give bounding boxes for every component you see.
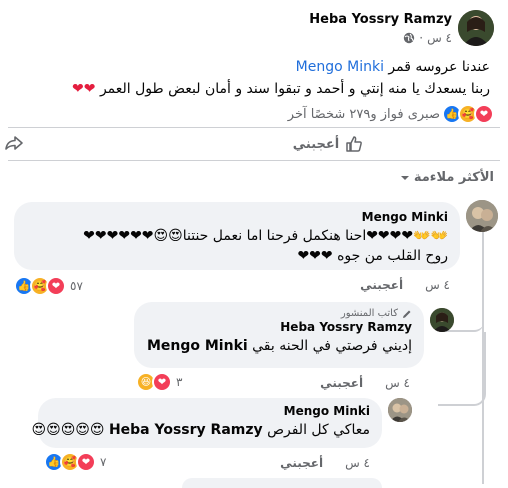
post-line-2-hearts: ❤❤ <box>72 81 96 97</box>
comment-reactions[interactable]: 👍 🥰 ❤ ٧ <box>44 452 106 472</box>
reaction-count: ٣ <box>176 375 183 389</box>
post-line-2: ربنا يسعدك يا منه إنتي و أحمد و تبقوا سن… <box>10 78 490 100</box>
comment-text: 👐👐❤❤❤❤احنا هنكمل فرحنا اما نعمل حنتنا😍😍❤… <box>26 226 448 266</box>
chevron-down-icon <box>400 173 410 183</box>
love-reaction-icon: ❤ <box>152 372 172 392</box>
love-reaction-icon: ❤ <box>76 452 96 472</box>
sort-label: الأكثر ملاءمة <box>413 170 494 185</box>
meta-dot: · <box>419 31 424 45</box>
post-meta: ٤ س · <box>403 31 452 45</box>
comment-reactions[interactable]: 👍 🥰 ❤ ٥٧ <box>14 276 83 296</box>
post-reactions-text[interactable]: صبرى فواز و٢٧٩ شخصًا آخر <box>288 107 440 122</box>
author-avatar[interactable] <box>458 10 494 46</box>
comment-author[interactable]: Mengo Minki <box>26 210 448 224</box>
post-reaction-icons: 👍 🥰 ❤ <box>442 104 494 124</box>
reaction-count: ٧ <box>100 455 107 469</box>
reaction-count: ٥٧ <box>70 279 83 293</box>
post-time[interactable]: ٤ س <box>427 31 452 45</box>
comment-mention-link[interactable]: Heba Yossry Ramzy <box>109 422 263 438</box>
commenter-avatar[interactable] <box>388 398 412 422</box>
comment-time[interactable]: ٤ س <box>425 278 450 292</box>
next-reply-bubble <box>182 478 382 488</box>
thumbs-up-icon <box>345 135 363 153</box>
comment-text-line: إديني فرصتي في الحنه بقي <box>252 338 412 354</box>
post-line-1-text: عندنا عروسه قمر <box>388 59 490 75</box>
comment-text: إديني فرصتي في الحنه بقي Mengo Minki <box>146 336 412 356</box>
author-badge: كاتب المنشور <box>146 308 412 319</box>
post-line-1: عندنا عروسه قمر Mengo Minki <box>10 56 490 78</box>
comment-actions: ٤ س أعجبني <box>360 278 450 292</box>
comment-actions: ٤ س أعجبني <box>280 456 370 470</box>
comment-reactions[interactable]: 😆 ❤ ٣ <box>136 372 182 392</box>
post-like-button[interactable]: أعجبني <box>288 132 368 156</box>
thread-line <box>438 332 486 406</box>
thread-line <box>482 404 484 484</box>
comment-author[interactable]: Mengo Minki <box>50 404 370 418</box>
action-divider <box>8 160 500 161</box>
post-line-2-text: ربنا يسعدك يا منه إنتي و أحمد و تبقوا سن… <box>99 81 490 97</box>
post-body: عندنا عروسه قمر Mengo Minki ربنا يسعدك ي… <box>10 56 490 100</box>
comment-text-line: معاكي كل الفرص <box>267 422 370 438</box>
comment-text-line: 👐👐❤❤❤❤احنا هنكمل فرحنا اما نعمل حنتنا😍😍❤… <box>83 228 448 244</box>
love-reaction-icon: ❤ <box>474 104 494 124</box>
commenter-avatar[interactable] <box>466 200 498 232</box>
comment-text: معاكي كل الفرص Heba Yossry Ramzy 😍😍😍😍😍 <box>32 420 371 440</box>
comment-like-button[interactable]: أعجبني <box>280 456 323 470</box>
comment-text-line: روح القلب من جوه ❤❤❤ <box>297 248 448 264</box>
comment-time[interactable]: ٤ س <box>385 376 410 390</box>
reply-bubble: كاتب المنشور Heba Yossry Ramzy إديني فرص… <box>134 302 424 368</box>
comment-author[interactable]: Heba Yossry Ramzy <box>146 320 412 334</box>
comment-like-button[interactable]: أعجبني <box>320 376 363 390</box>
comment-bubble: Mengo Minki 👐👐❤❤❤❤احنا هنكمل فرحنا اما ن… <box>14 202 460 270</box>
comment-mention-link[interactable]: Mengo Minki <box>147 338 248 354</box>
post-divider <box>8 127 500 128</box>
post-reactions-summary[interactable]: 👍 🥰 ❤ صبرى فواز و٢٧٩ شخصًا آخر <box>288 104 494 124</box>
commenter-avatar[interactable] <box>430 308 454 332</box>
comment-like-button[interactable]: أعجبني <box>360 278 403 292</box>
love-reaction-icon: ❤ <box>46 276 66 296</box>
comment-emojis: 😍😍😍😍😍 <box>31 422 105 438</box>
post-author-name[interactable]: Heba Yossry Ramzy <box>309 12 452 27</box>
globe-icon <box>403 32 415 44</box>
comment-actions: ٤ س أعجبني <box>320 376 410 390</box>
sort-dropdown[interactable]: الأكثر ملاءمة <box>400 170 494 185</box>
pencil-icon <box>402 309 412 319</box>
comment-time[interactable]: ٤ س <box>345 456 370 470</box>
post-like-label: أعجبني <box>292 136 340 152</box>
author-badge-label: كاتب المنشور <box>340 308 398 319</box>
reply-bubble: Mengo Minki معاكي كل الفرص Heba Yossry R… <box>32 398 382 448</box>
post-mention-link[interactable]: Mengo Minki <box>296 59 384 75</box>
share-icon[interactable] <box>4 133 24 157</box>
